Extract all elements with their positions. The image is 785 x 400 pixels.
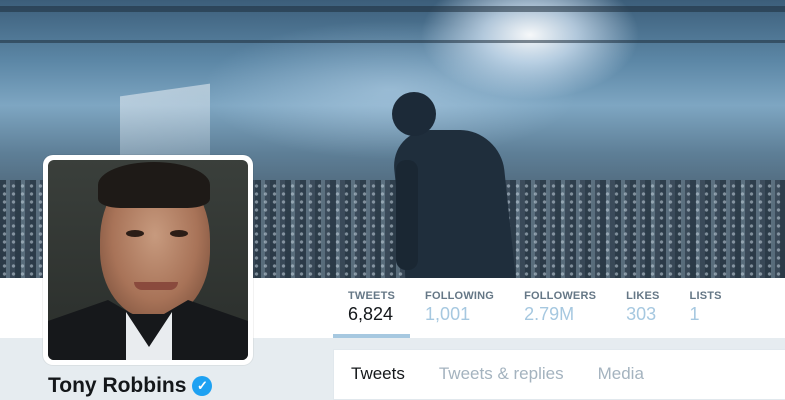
- stat-label: FOLLOWING: [425, 290, 495, 302]
- stat-label: TWEETS: [348, 290, 396, 302]
- profile-name-row: Tony Robbins ✓: [48, 374, 213, 398]
- avatar-photo: [48, 160, 248, 360]
- stat-value: 1,001: [425, 304, 471, 324]
- stat-value: 2.79M: [524, 304, 575, 324]
- stat-followers[interactable]: FOLLOWERS 2.79M: [509, 278, 611, 338]
- stat-label: LISTS: [689, 290, 722, 302]
- stat-label: LIKES: [626, 290, 660, 302]
- stat-value: 6,824: [348, 304, 394, 324]
- stat-tweets[interactable]: TWEETS 6,824: [333, 278, 411, 338]
- tab-tweets[interactable]: Tweets: [334, 364, 422, 384]
- profile-page: TWEETS 6,824 FOLLOWING 1,001 FOLLOWERS 2…: [0, 0, 785, 400]
- stat-label: FOLLOWERS: [524, 290, 597, 302]
- stat-likes[interactable]: LIKES 303: [611, 278, 674, 338]
- stat-value: 1: [689, 304, 700, 324]
- stat-lists[interactable]: LISTS 1: [675, 278, 737, 338]
- verified-badge-icon: ✓: [192, 376, 213, 396]
- tab-tweets-and-replies[interactable]: Tweets & replies: [422, 364, 581, 384]
- tab-media[interactable]: Media: [581, 364, 661, 384]
- profile-avatar[interactable]: [43, 155, 253, 365]
- timeline-panel: Tweets Tweets & replies Media: [333, 349, 785, 400]
- stat-following[interactable]: FOLLOWING 1,001: [410, 278, 509, 338]
- profile-stats: TWEETS 6,824 FOLLOWING 1,001 FOLLOWERS 2…: [333, 278, 737, 338]
- profile-name[interactable]: Tony Robbins: [48, 374, 186, 398]
- stat-value: 303: [626, 304, 657, 324]
- timeline-tabs: Tweets Tweets & replies Media: [334, 350, 785, 398]
